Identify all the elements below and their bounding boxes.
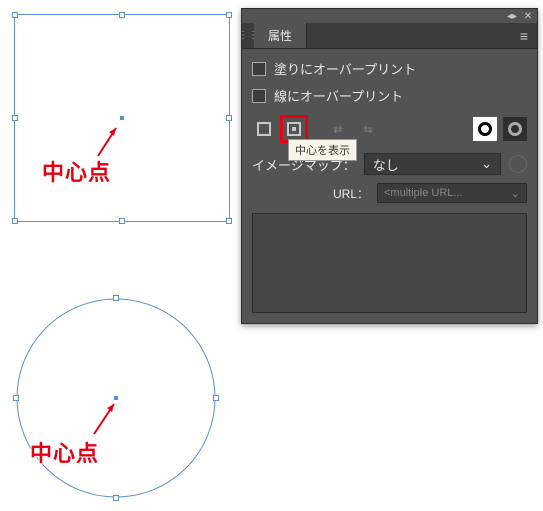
swap-icon: ⇄ <box>329 123 347 136</box>
panel-menu-icon[interactable]: ≡ <box>511 23 537 49</box>
panel-topbar: ◂▸ ✕ <box>242 9 537 23</box>
even-odd-rule-button[interactable] <box>473 117 497 141</box>
handle-tm[interactable] <box>119 12 125 18</box>
image-map-value: なし <box>373 155 399 174</box>
url-field[interactable]: <multiple URL... ⌄ <box>377 183 527 203</box>
annotation-label-square: 中心点 <box>42 155 111 187</box>
chevron-down-icon: ⌄ <box>511 187 520 200</box>
handle-tl[interactable] <box>12 12 18 18</box>
center-point[interactable] <box>114 396 118 400</box>
swap-icon: ⇆ <box>359 123 377 136</box>
handle-bm[interactable] <box>119 218 125 224</box>
handle-bl[interactable] <box>12 218 18 224</box>
hide-center-button[interactable] <box>252 117 276 141</box>
non-zero-rule-button[interactable] <box>503 117 527 141</box>
center-point[interactable] <box>120 116 124 120</box>
url-placeholder: <multiple URL... <box>384 187 463 199</box>
handle-tr[interactable] <box>226 12 232 18</box>
overprint-stroke-label: 線にオーバープリント <box>274 86 403 105</box>
attributes-panel: ◂▸ ✕ ⋮⋮ 属性 ≡ 塗りにオーバープリント 線にオーバープリント ⇄ <box>241 8 538 324</box>
show-center-button[interactable] <box>282 117 306 141</box>
ring-icon <box>478 122 492 136</box>
panel-body: 塗りにオーバープリント 線にオーバープリント ⇄ ⇆ <box>242 49 537 323</box>
close-icon[interactable]: ✕ <box>523 11 533 21</box>
overprint-fill-row[interactable]: 塗りにオーバープリント <box>252 55 527 82</box>
icon-strip: ⇄ ⇆ 中心を表示 <box>252 109 527 149</box>
annotation-label-circle: 中心点 <box>30 436 99 468</box>
tooltip-show-center: 中心を表示 <box>288 139 357 161</box>
preview-area <box>252 213 527 313</box>
selected-ellipse[interactable] <box>16 298 216 498</box>
handle-br[interactable] <box>226 218 232 224</box>
handle-ml[interactable] <box>12 115 18 121</box>
anchor-right[interactable] <box>213 395 219 401</box>
checkbox-overprint-fill[interactable] <box>252 62 266 76</box>
selected-rectangle[interactable] <box>14 14 230 222</box>
anchor-top[interactable] <box>113 295 119 301</box>
tab-row: ⋮⋮ 属性 ≡ <box>242 23 537 49</box>
image-map-select[interactable]: なし ⌄ <box>364 153 501 175</box>
collapse-icon[interactable]: ◂▸ <box>507 11 517 21</box>
tab-attributes[interactable]: 属性 <box>254 23 307 48</box>
ring-icon <box>508 122 522 136</box>
reverse-path-button-2: ⇆ <box>356 117 380 141</box>
overprint-stroke-row[interactable]: 線にオーバープリント <box>252 82 527 109</box>
anchor-bottom[interactable] <box>113 495 119 501</box>
browser-icon <box>509 155 527 173</box>
chevron-down-icon: ⌄ <box>481 156 492 172</box>
url-row: URL： <multiple URL... ⌄ <box>252 179 527 213</box>
reverse-path-button: ⇄ <box>326 117 350 141</box>
anchor-left[interactable] <box>13 395 19 401</box>
checkbox-overprint-stroke[interactable] <box>252 89 266 103</box>
url-label: URL： <box>333 185 369 202</box>
grip-icon[interactable]: ⋮⋮ <box>242 23 254 49</box>
handle-mr[interactable] <box>226 115 232 121</box>
overprint-fill-label: 塗りにオーバープリント <box>274 59 416 78</box>
square-dot-icon <box>287 122 301 136</box>
square-icon <box>257 122 271 136</box>
